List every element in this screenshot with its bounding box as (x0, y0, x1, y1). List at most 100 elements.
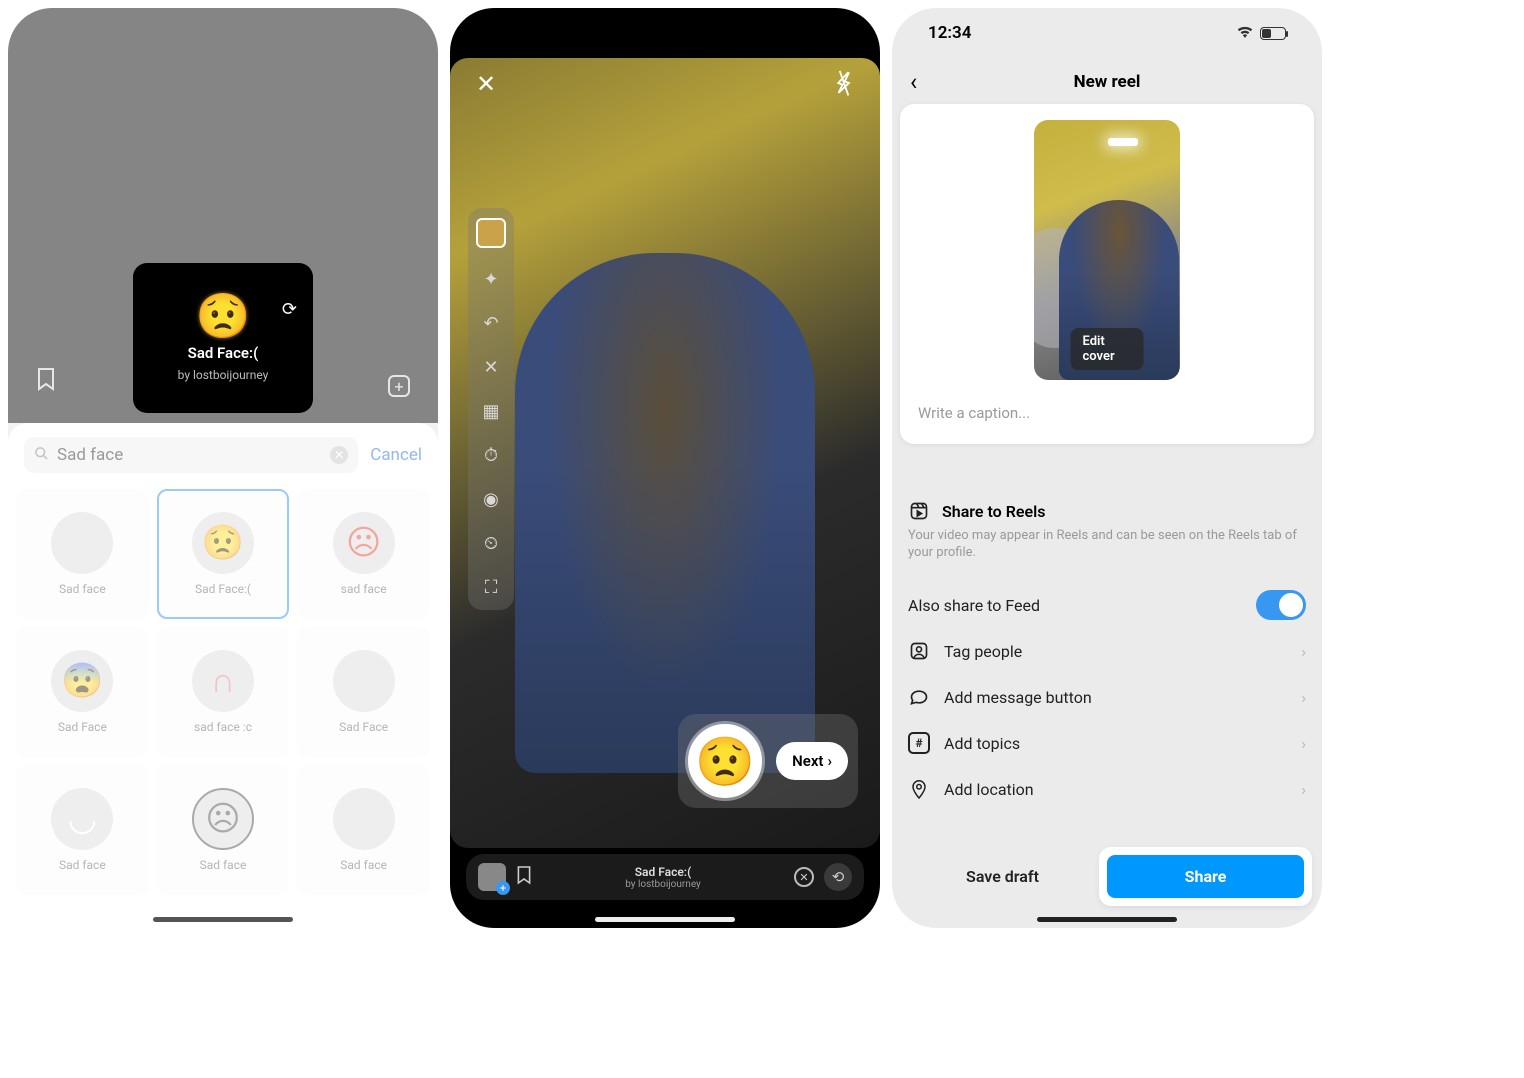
camera-tool-rail: ✦ ↶ ✕ ▦ ⏱ ◉ ⏲ ⛶ (468, 208, 514, 610)
effect-tile[interactable]: ∩ sad face :c (157, 627, 290, 757)
effect-tile[interactable]: ◡ Sad face (16, 765, 149, 895)
add-effect-icon[interactable]: + (388, 375, 410, 397)
effect-name-bar[interactable]: Sad Face:( by lostboijourney (542, 865, 784, 890)
screen-new-reel: 12:34 ‹ New reel Edit cover Write a capt… (892, 8, 1322, 928)
capture-tray: 😟 Next › (678, 714, 858, 808)
bottom-actions: Save draft Share (892, 849, 1322, 904)
flash-off-icon[interactable] (827, 67, 859, 105)
effect-tile-label: Sad face (59, 858, 106, 872)
home-indicator (1037, 917, 1177, 922)
person-icon (908, 640, 930, 662)
effect-tile[interactable]: Sad Face (297, 627, 430, 757)
camera-top-icons: ✕ (450, 70, 880, 102)
emoji-icon: ◡ (67, 799, 97, 839)
caption-input[interactable]: Write a caption... (912, 380, 1302, 436)
effect-tile-selected[interactable]: 😟 Sad Face:( (157, 489, 290, 619)
row-add-message[interactable]: Add message button › (902, 674, 1312, 720)
flip-camera-icon[interactable]: ⟲ (824, 863, 852, 891)
effect-tile[interactable]: ☹ sad face (297, 489, 430, 619)
effect-tile[interactable]: Sad face (297, 765, 430, 895)
cancel-button[interactable]: Cancel (370, 445, 422, 465)
rail-gallery-thumb[interactable] (476, 218, 506, 248)
timer-icon[interactable]: ⏲ (478, 530, 504, 556)
home-indicator (153, 917, 293, 922)
row-also-share-feed[interactable]: Also share to Feed (902, 582, 1312, 628)
save-draft-button[interactable]: Save draft (904, 853, 1101, 900)
share-to-reels-desc: Your video may appear in Reels and can b… (908, 528, 1306, 562)
status-right-icons (1236, 24, 1286, 42)
emoji-icon: ∩ (211, 661, 235, 701)
wifi-icon (1236, 24, 1254, 42)
cover-lamp-decoration (1108, 138, 1138, 146)
share-button[interactable]: Share (1107, 855, 1304, 898)
speed-icon[interactable]: ⏱ (478, 442, 504, 468)
reel-cover[interactable]: Edit cover (1034, 120, 1180, 380)
close-small-icon[interactable]: ✕ (478, 354, 504, 380)
close-icon[interactable]: ✕ (476, 70, 496, 102)
hashtag-icon: # (908, 732, 930, 754)
effect-tile-label: Sad Face (58, 720, 107, 734)
home-indicator (595, 917, 735, 922)
row-label: Add topics (944, 734, 1020, 753)
gallery-picker-icon[interactable] (478, 863, 506, 891)
effect-tile-label: Sad Face (339, 720, 388, 734)
capture-effect-preview[interactable]: 😟 (688, 724, 762, 798)
remove-effect-icon[interactable]: ✕ (794, 867, 814, 887)
chevron-right-icon: › (827, 752, 832, 770)
effect-tile-label: sad face (341, 582, 387, 596)
search-icon (34, 446, 49, 465)
clear-search-icon[interactable]: ✕ (330, 446, 348, 464)
chevron-right-icon: › (1301, 734, 1306, 753)
effect-thumb-icon: ☹ (192, 788, 254, 850)
effects-grid: Sad face 😟 Sad Face:( ☹ sad face 😨 Sad F… (8, 481, 438, 903)
chevron-right-icon: › (1301, 780, 1306, 799)
sparkle-icon[interactable]: ✦ (478, 266, 504, 292)
undo-icon[interactable]: ↶ (478, 310, 504, 336)
row-label: Add location (944, 780, 1034, 799)
nav-bar: ‹ New reel (892, 62, 1322, 102)
effect-thumb-icon: ☹ (333, 512, 395, 574)
share-button-highlight: Share (1101, 849, 1310, 904)
row-add-location[interactable]: Add location › (902, 766, 1312, 812)
layout-icon[interactable]: ▦ (478, 398, 504, 424)
effect-title: Sad Face:( (188, 344, 259, 362)
effect-thumb-icon: 😨 (51, 650, 113, 712)
effect-thumb-icon (333, 650, 395, 712)
reels-icon (908, 500, 930, 522)
effect-tile[interactable]: Sad face (16, 489, 149, 619)
effect-author: by lostboijourney (178, 368, 269, 382)
bookmark-icon[interactable] (516, 865, 532, 890)
bookmark-icon[interactable] (36, 367, 56, 397)
effect-thumb-icon: ◡ (51, 788, 113, 850)
effects-sheet: Sad face ✕ Cancel Sad face 😟 Sad Face:( … (8, 423, 438, 928)
next-button[interactable]: Next › (776, 742, 848, 780)
expand-icon[interactable]: ⛶ (478, 574, 504, 600)
location-icon (908, 778, 930, 800)
camera-icon[interactable]: ◉ (478, 486, 504, 512)
emoji-icon: ☹ (205, 799, 240, 839)
status-bar: 12:34 (892, 18, 1322, 48)
page-title: New reel (1074, 72, 1141, 92)
row-tag-people[interactable]: Tag people › (902, 628, 1312, 674)
search-row: Sad face ✕ Cancel (8, 423, 438, 481)
chat-icon (908, 686, 930, 708)
emoji-icon: 😟 (202, 523, 244, 563)
options-list: Also share to Feed Tag people › Add mess… (902, 582, 1312, 812)
effect-tile-label: sad face :c (194, 720, 252, 734)
refresh-icon[interactable]: ⟳ (282, 299, 297, 320)
effect-tile[interactable]: 😨 Sad Face (16, 627, 149, 757)
row-label: Also share to Feed (908, 596, 1040, 615)
row-label: Add message button (944, 688, 1092, 707)
effect-tile[interactable]: ☹ Sad face (157, 765, 290, 895)
emoji-icon: 😨 (61, 661, 103, 701)
search-query-text: Sad face (57, 445, 123, 465)
feed-toggle[interactable] (1256, 590, 1306, 620)
effect-tile-label: Sad face (340, 858, 387, 872)
emoji-icon: ☹ (346, 523, 381, 563)
composer-card: Edit cover Write a caption... (900, 104, 1314, 444)
search-input[interactable]: Sad face ✕ (24, 437, 358, 473)
back-icon[interactable]: ‹ (910, 68, 917, 96)
screen-camera-preview: ✕ ✦ ↶ ✕ ▦ ⏱ ◉ ⏲ ⛶ 😟 Next › Sad Face:( by… (450, 8, 880, 928)
row-add-topics[interactable]: # Add topics › (902, 720, 1312, 766)
edit-cover-button[interactable]: Edit cover (1071, 328, 1144, 370)
